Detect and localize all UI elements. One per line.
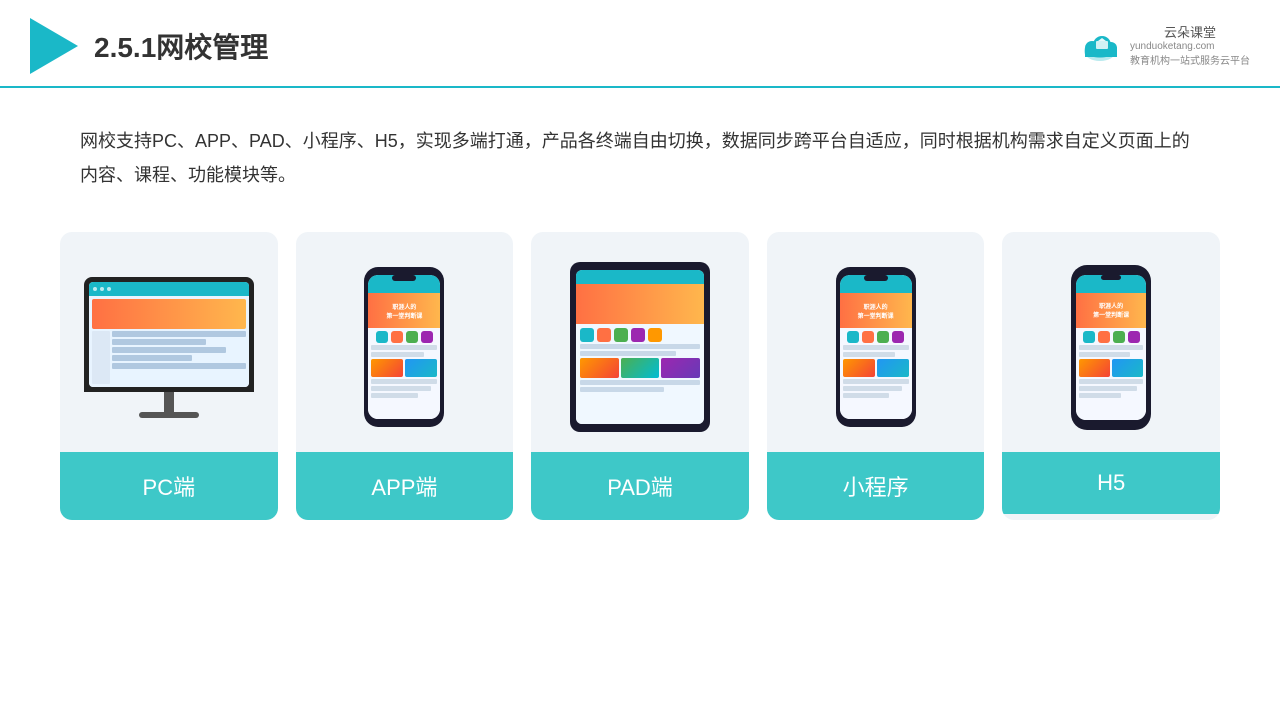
cloud-icon <box>1080 31 1124 61</box>
monitor-frame <box>84 277 254 392</box>
brand-url: yunduoketang.com <box>1130 41 1250 52</box>
app-label: APP端 <box>296 452 514 520</box>
logo-triangle-icon <box>30 18 78 74</box>
monitor-screen <box>89 282 249 387</box>
brand-tagline: 教育机构一站式服务云平台 <box>1130 52 1250 67</box>
brand-logo: 云朵课堂 yunduoketang.com 教育机构一站式服务云平台 <box>1080 25 1250 68</box>
h5-banner-text: 职涯人的第一堂判断课 <box>1093 301 1129 319</box>
brand-text-block: 云朵课堂 yunduoketang.com 教育机构一站式服务云平台 <box>1130 25 1250 68</box>
miniprogram-image-area: 职涯人的第一堂判断课 <box>767 232 985 452</box>
header: 2.5.1网校管理 云朵课堂 yunduoketang.com 教育机构一站式服… <box>0 0 1280 88</box>
page-title: 2.5.1网校管理 <box>94 26 268 66</box>
phone-notch <box>392 275 416 281</box>
app-banner-text: 职涯人的第一堂判断课 <box>386 302 422 320</box>
pc-image-area <box>60 232 278 452</box>
pc-monitor <box>84 277 254 418</box>
miniprogram-card: 职涯人的第一堂判断课 <box>767 232 985 520</box>
pc-label: PC端 <box>60 452 278 520</box>
pad-card: PAD端 <box>531 232 749 520</box>
cards-section: PC端 职涯人的第一堂判断课 <box>0 212 1280 520</box>
h5-card: 职涯人的第一堂判断课 <box>1002 232 1220 520</box>
header-left: 2.5.1网校管理 <box>30 18 268 74</box>
app-card: 职涯人的第一堂判断课 <box>296 232 514 520</box>
miniprogram-banner-text: 职涯人的第一堂判断课 <box>858 302 894 320</box>
miniprogram-phone-frame: 职涯人的第一堂判断课 <box>836 267 916 427</box>
description-paragraph: 网校支持PC、APP、PAD、小程序、H5，实现多端打通，产品各终端自由切换，数… <box>80 124 1200 192</box>
tablet-screen <box>576 270 704 424</box>
app-phone-screen: 职涯人的第一堂判断课 <box>368 275 440 419</box>
brand-name: 云朵课堂 <box>1130 25 1250 42</box>
miniprogram-phone-screen: 职涯人的第一堂判断课 <box>840 275 912 419</box>
header-right: 云朵课堂 yunduoketang.com 教育机构一站式服务云平台 <box>1080 25 1250 68</box>
pad-label: PAD端 <box>531 452 749 520</box>
h5-phone-frame: 职涯人的第一堂判断课 <box>1071 265 1151 430</box>
tablet-frame <box>570 262 710 432</box>
app-phone-frame: 职涯人的第一堂判断课 <box>364 267 444 427</box>
miniprogram-label: 小程序 <box>767 452 985 520</box>
h5-phone-screen: 职涯人的第一堂判断课 <box>1076 275 1146 420</box>
app-image-area: 职涯人的第一堂判断课 <box>296 232 514 452</box>
miniprogram-phone-notch <box>864 275 888 281</box>
h5-label: H5 <box>1002 452 1220 514</box>
h5-image-area: 职涯人的第一堂判断课 <box>1002 232 1220 452</box>
h5-phone-notch <box>1101 275 1121 280</box>
description-text: 网校支持PC、APP、PAD、小程序、H5，实现多端打通，产品各终端自由切换，数… <box>0 88 1280 212</box>
pad-image-area <box>531 232 749 452</box>
pc-card: PC端 <box>60 232 278 520</box>
